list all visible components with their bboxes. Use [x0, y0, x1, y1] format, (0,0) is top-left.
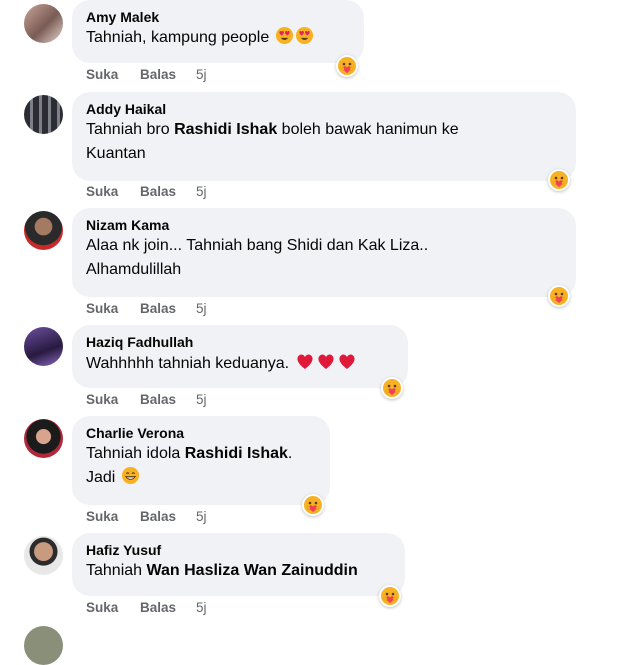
reply-button[interactable]: Balas — [140, 184, 196, 199]
comment-text: Tahniah, kampung people — [86, 26, 350, 50]
commenter-name[interactable]: Addy Haikal — [86, 100, 562, 118]
like-button[interactable]: Suka — [86, 184, 140, 199]
commenter-name[interactable]: Haziq Fadhullah — [86, 333, 394, 351]
comment-text: Tahniah bro Rashidi Ishak boleh bawak ha… — [86, 121, 459, 162]
avatar[interactable] — [24, 211, 63, 250]
like-button[interactable]: Suka — [86, 392, 140, 407]
avatar[interactable] — [24, 626, 63, 665]
comment-bubble: Addy Haikal Tahniah bro Rashidi Ishak bo… — [72, 92, 576, 181]
comment-text: Wahhhhh tahniah keduanya. — [86, 351, 394, 376]
care-reaction-icon[interactable] — [548, 285, 570, 307]
comment-text: Alaa nk join... Tahniah bang Shidi dan K… — [86, 237, 429, 278]
comment-bubble: Amy Malek Tahniah, kampung people — [72, 0, 364, 63]
timestamp[interactable]: 5j — [196, 509, 207, 524]
timestamp[interactable]: 5j — [196, 301, 207, 316]
care-reaction-icon[interactable] — [336, 55, 358, 77]
commenter-name[interactable]: Nizam Kama — [86, 216, 562, 234]
avatar[interactable] — [24, 327, 63, 366]
timestamp[interactable]: 5j — [196, 184, 207, 199]
like-button[interactable]: Suka — [86, 509, 140, 524]
red-heart-emoji — [295, 351, 315, 371]
reply-button[interactable]: Balas — [140, 67, 196, 82]
care-reaction-icon[interactable] — [379, 585, 401, 607]
timestamp[interactable]: 5j — [196, 600, 207, 615]
avatar[interactable] — [24, 4, 63, 43]
reply-button[interactable]: Balas — [140, 600, 196, 615]
reply-button[interactable]: Balas — [140, 509, 196, 524]
comment-text: Tahniah idola Rashidi Ishak. Jadi — [86, 445, 293, 486]
red-heart-emoji — [337, 351, 357, 371]
comment-bubble: Haziq Fadhullah Wahhhhh tahniah keduanya… — [72, 325, 408, 388]
avatar[interactable] — [24, 536, 63, 575]
commenter-name[interactable]: Charlie Verona — [86, 424, 316, 442]
like-button[interactable]: Suka — [86, 600, 140, 615]
mention-link[interactable]: Wan Hasliza Wan Zainuddin — [147, 562, 358, 579]
like-button[interactable]: Suka — [86, 301, 140, 316]
care-reaction-icon[interactable] — [381, 377, 403, 399]
mention-link[interactable]: Rashidi Ishak — [185, 445, 288, 462]
comment-text: Tahniah Wan Hasliza Wan Zainuddin — [86, 562, 358, 579]
comment-bubble: Nizam Kama Alaa nk join... Tahniah bang … — [72, 208, 576, 297]
red-heart-emoji — [316, 351, 336, 371]
heart-eyes-emoji — [275, 26, 294, 45]
grinning-emoji — [121, 466, 140, 485]
heart-eyes-emoji — [295, 26, 314, 45]
commenter-name[interactable]: Amy Malek — [86, 8, 350, 26]
care-reaction-icon[interactable] — [302, 494, 324, 516]
timestamp[interactable]: 5j — [196, 67, 207, 82]
timestamp[interactable]: 5j — [196, 392, 207, 407]
care-reaction-icon[interactable] — [548, 169, 570, 191]
avatar[interactable] — [24, 95, 63, 134]
commenter-name[interactable]: Hafiz Yusuf — [86, 541, 391, 559]
reply-button[interactable]: Balas — [140, 301, 196, 316]
avatar[interactable] — [24, 419, 63, 458]
comment-bubble: Charlie Verona Tahniah idola Rashidi Ish… — [72, 416, 330, 505]
like-button[interactable]: Suka — [86, 67, 140, 82]
comment-bubble: Hafiz Yusuf Tahniah Wan Hasliza Wan Zain… — [72, 533, 405, 596]
mention-link[interactable]: Rashidi Ishak — [174, 121, 277, 138]
reply-button[interactable]: Balas — [140, 392, 196, 407]
